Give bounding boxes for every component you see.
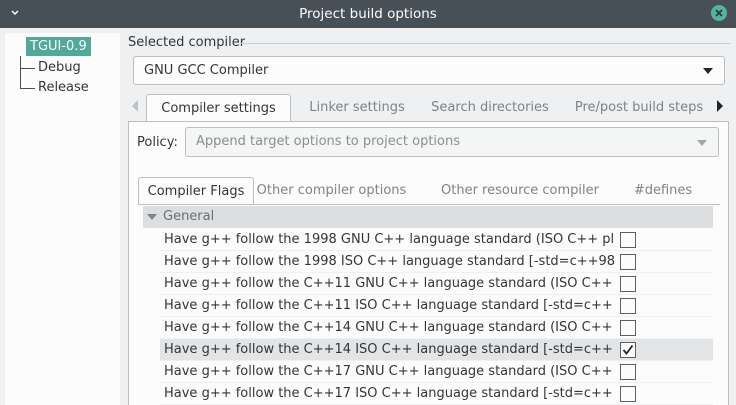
flag-label: Have g++ follow the 1998 GNU C++ languag…: [164, 232, 614, 247]
chevron-down-icon: [703, 68, 713, 74]
flag-label: Have g++ follow the C++11 ISO C++ langua…: [164, 298, 614, 313]
compiler-select-value: GNU GCC Compiler: [144, 63, 269, 78]
table-row[interactable]: Have g++ follow the C++14 GNU C++ langua…: [160, 317, 713, 339]
table-row[interactable]: Have g++ follow the C++11 ISO C++ langua…: [160, 295, 713, 317]
tab-pre-post-build-steps[interactable]: Pre/post build steps: [570, 94, 708, 121]
chevron-down-icon: [697, 140, 707, 146]
table-row[interactable]: Have g++ follow the C++17 GNU C++ langua…: [160, 361, 713, 383]
subtab-defines[interactable]: #defines: [632, 177, 694, 204]
tab-linker-settings[interactable]: Linker settings: [302, 94, 412, 121]
flag-label: Have g++ follow the C++11 GNU C++ langua…: [164, 276, 614, 291]
table-row[interactable]: Have g++ follow the C++17 ISO C++ langua…: [160, 383, 713, 405]
tree-branch-line: [20, 56, 21, 89]
window-title: Project build options: [299, 6, 437, 22]
flag-checkbox[interactable]: [620, 254, 636, 270]
policy-select: Append target options to project options: [185, 127, 719, 157]
check-icon: [622, 344, 634, 355]
triangle-down-icon: [147, 214, 157, 220]
tree-item-project[interactable]: TGUI-0.9: [26, 37, 91, 56]
subtab-other-compiler-options[interactable]: Other compiler options: [256, 177, 407, 204]
compiler-group-title: Selected compiler: [128, 35, 246, 50]
flag-checkbox[interactable]: [620, 320, 636, 336]
arrow-left-icon[interactable]: [132, 100, 138, 112]
flag-label: Have g++ follow the C++17 GNU C++ langua…: [164, 364, 614, 379]
flag-label: Have g++ follow the 1998 ISO C++ languag…: [164, 254, 614, 269]
tree-item-release[interactable]: Release: [38, 79, 89, 97]
tree-branch-line: [20, 88, 35, 89]
policy-select-value: Append target options to project options: [196, 134, 461, 149]
close-button[interactable]: [711, 5, 727, 21]
flag-checkbox[interactable]: [620, 276, 636, 292]
flag-checkbox[interactable]: [620, 342, 636, 358]
flag-checkbox[interactable]: [620, 232, 636, 248]
flag-checkbox[interactable]: [620, 386, 636, 402]
section-label: General: [163, 209, 215, 224]
subtab-compiler-flags[interactable]: Compiler Flags: [138, 177, 254, 205]
close-icon: [715, 9, 723, 17]
table-row[interactable]: Have g++ follow the 1998 ISO C++ languag…: [160, 251, 713, 273]
tab-search-directories[interactable]: Search directories: [427, 94, 553, 121]
flag-label: Have g++ follow the C++17 ISO C++ langua…: [164, 386, 614, 401]
tree-branch-line: [20, 68, 35, 69]
group-divider: [240, 43, 730, 44]
subtab-divider: [138, 204, 720, 205]
section-header-general[interactable]: General: [143, 206, 713, 228]
tree-item-debug[interactable]: Debug: [38, 59, 81, 77]
title-bar: Project build options: [0, 0, 736, 28]
flag-checkbox[interactable]: [620, 298, 636, 314]
subtab-other-resource-compiler-options[interactable]: Other resource compiler options: [417, 177, 623, 225]
flag-label: Have g++ follow the C++14 ISO C++ langua…: [164, 342, 614, 357]
tab-compiler-settings[interactable]: Compiler settings: [146, 94, 291, 122]
arrow-right-icon[interactable]: [717, 100, 723, 112]
flag-label: Have g++ follow the C++14 GNU C++ langua…: [164, 320, 614, 335]
table-row[interactable]: Have g++ follow the C++11 GNU C++ langua…: [160, 273, 713, 295]
table-row[interactable]: Have g++ follow the 1998 GNU C++ languag…: [160, 229, 713, 251]
policy-label: Policy:: [137, 135, 178, 150]
table-row[interactable]: Have g++ follow the C++14 ISO C++ langua…: [160, 339, 713, 361]
flag-checkbox[interactable]: [620, 364, 636, 380]
target-tree[interactable]: TGUI-0.9 Debug Release: [5, 33, 120, 405]
compiler-select[interactable]: GNU GCC Compiler: [133, 56, 725, 85]
